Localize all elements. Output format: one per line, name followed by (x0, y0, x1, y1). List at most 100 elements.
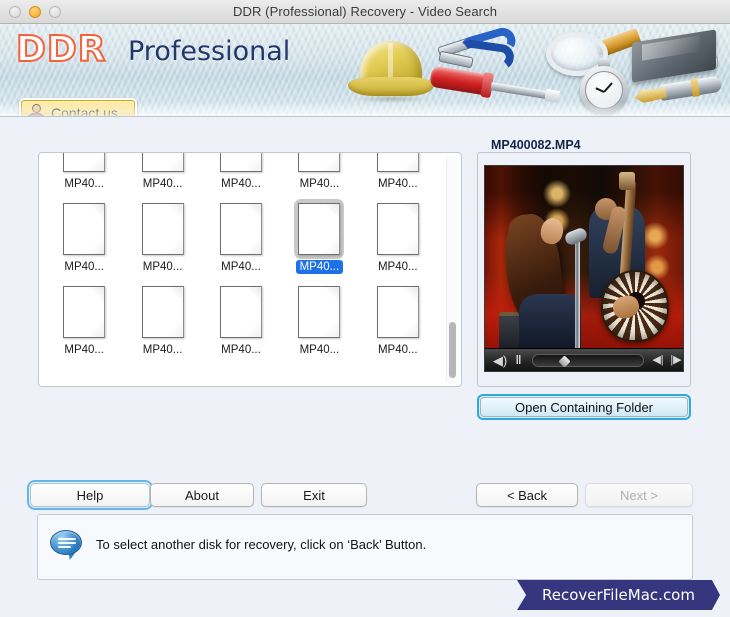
file-item[interactable]: MP40... (280, 282, 358, 357)
document-icon (63, 203, 106, 255)
next-button: Next > (585, 483, 693, 507)
step-back-button[interactable]: ◀| (649, 354, 667, 366)
brand-ribbon[interactable]: RecoverFileMac.com (517, 580, 720, 610)
file-item[interactable]: MP40... (123, 153, 201, 191)
file-icon-wrapper (63, 153, 106, 172)
hard-hat-icon (348, 41, 434, 103)
brand-ribbon-label: RecoverFileMac.com (542, 586, 695, 604)
file-item[interactable]: MP40... (202, 282, 280, 357)
logo-ddr: DDR (15, 28, 107, 71)
document-icon (63, 286, 106, 338)
video-player-controls: ◀) ‖ ◀| |▶ (485, 348, 683, 371)
video-frame-image (485, 166, 683, 352)
document-icon (219, 203, 262, 255)
speech-bubble-icon (50, 530, 82, 560)
video-preview[interactable]: ◀) ‖ ◀| |▶ (484, 165, 684, 372)
file-item[interactable]: MP40... (280, 153, 358, 191)
file-item[interactable]: MP40... (123, 282, 201, 357)
file-icon-wrapper (376, 153, 419, 172)
file-item[interactable]: MP40... (359, 199, 437, 274)
pause-button[interactable]: ‖ (511, 354, 527, 366)
file-icon-wrapper (298, 286, 341, 338)
file-item-label: MP40... (377, 261, 418, 273)
stopwatch-icon (578, 58, 630, 116)
document-icon (298, 153, 341, 172)
open-containing-folder-focus-ring: Open Containing Folder (477, 394, 691, 420)
file-item-label: MP40... (142, 344, 183, 356)
title-bar: DDR (Professional) Recovery - Video Sear… (0, 0, 730, 24)
document-icon (219, 153, 262, 172)
document-icon (376, 203, 419, 255)
contact-us-label: Contact us (51, 105, 118, 117)
document-icon (141, 286, 184, 338)
file-item-label: MP40... (64, 261, 105, 273)
file-icon-wrapper (63, 286, 106, 338)
file-item-label: MP40... (221, 178, 261, 190)
contact-us-button[interactable]: Contact us (19, 98, 137, 117)
window-title: DDR (Professional) Recovery - Video Sear… (232, 4, 498, 19)
file-icon-wrapper (298, 153, 341, 172)
file-icon-wrapper (141, 203, 184, 255)
back-button[interactable]: < Back (476, 483, 578, 507)
file-icon-wrapper (219, 153, 262, 172)
document-icon (298, 286, 341, 338)
file-item-label: MP40... (142, 178, 183, 190)
file-item[interactable]: MP40... (202, 199, 280, 274)
file-icon-wrapper (219, 286, 262, 338)
file-icon-wrapper (141, 153, 184, 172)
status-panel: To select another disk for recovery, cli… (37, 514, 693, 580)
vertical-scrollbar[interactable] (446, 157, 457, 384)
file-icon-wrapper (376, 286, 419, 338)
file-icon-wrapper (141, 286, 184, 338)
file-icon-wrapper (376, 203, 419, 255)
close-button[interactable] (9, 5, 21, 18)
file-item[interactable]: MP40... (123, 199, 201, 274)
file-item[interactable]: MP40... (359, 282, 437, 357)
document-icon (141, 153, 184, 172)
file-grid: MP40... MP40... MP40... MP40... MP40... MP40.… (39, 153, 443, 357)
window-controls (9, 5, 61, 18)
help-button[interactable]: Help (27, 480, 153, 510)
file-icon-wrapper (219, 203, 262, 255)
playback-slider-knob[interactable] (558, 354, 571, 368)
file-item[interactable]: MP40... (202, 153, 280, 191)
file-item-label: MP40... (221, 344, 261, 356)
file-item[interactable]: MP40... (45, 153, 123, 191)
recovered-files-list[interactable]: MP40... MP40... MP40... MP40... MP40... MP40.… (38, 152, 462, 387)
file-item[interactable]: MP40... (280, 199, 358, 274)
file-icon-wrapper (63, 203, 106, 255)
open-containing-folder-button[interactable]: Open Containing Folder (480, 397, 688, 417)
file-item-label: MP40... (299, 178, 340, 190)
document-icon (298, 203, 341, 255)
application-window: DDR (Professional) Recovery - Video Sear… (0, 0, 730, 617)
person-avatar-icon (25, 102, 47, 116)
file-item-label: MP40... (295, 260, 344, 274)
volume-icon[interactable]: ◀) (489, 354, 511, 367)
file-item-label: MP40... (64, 344, 105, 356)
document-icon (376, 153, 419, 172)
file-icon-wrapper (294, 199, 345, 259)
preview-file-name: MP400082.MP4 (486, 138, 586, 152)
scrollbar-thumb[interactable] (449, 322, 456, 378)
file-item[interactable]: MP40... (45, 199, 123, 274)
step-forward-button[interactable]: |▶ (667, 354, 683, 366)
document-icon (141, 203, 184, 255)
file-item-label: MP40... (377, 344, 418, 356)
about-button[interactable]: About (150, 483, 254, 507)
document-icon (63, 153, 106, 172)
logo-professional: Professional (128, 36, 291, 67)
file-item-label: MP40... (299, 344, 340, 356)
file-item[interactable]: MP40... (359, 153, 437, 191)
file-item-label: MP40... (64, 178, 105, 190)
zoom-button[interactable] (49, 5, 61, 18)
app-banner: DDR Professional Contact us (0, 24, 730, 117)
file-item[interactable]: MP40... (45, 282, 123, 357)
file-item-label: MP40... (142, 261, 183, 273)
file-item-label: MP40... (377, 178, 418, 190)
document-icon (219, 286, 262, 338)
exit-button[interactable]: Exit (261, 483, 367, 507)
playback-slider[interactable] (532, 353, 644, 368)
banner-tool-illustration (338, 24, 728, 116)
document-icon (376, 286, 419, 338)
minimize-button[interactable] (29, 5, 41, 18)
